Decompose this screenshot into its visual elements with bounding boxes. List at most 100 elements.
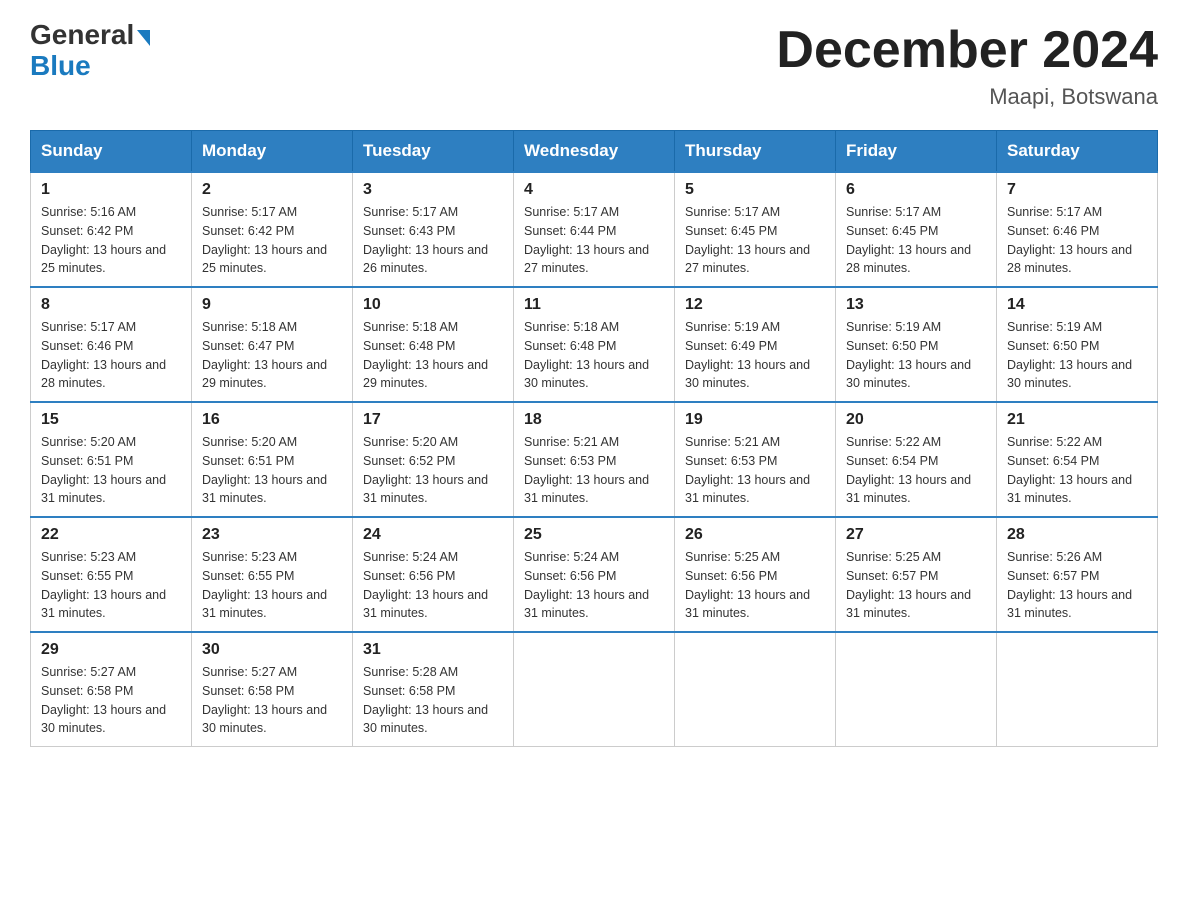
table-row: 22 Sunrise: 5:23 AM Sunset: 6:55 PM Dayl… (31, 517, 192, 632)
day-info: Sunrise: 5:27 AM Sunset: 6:58 PM Dayligh… (202, 663, 342, 738)
table-row: 4 Sunrise: 5:17 AM Sunset: 6:44 PM Dayli… (514, 172, 675, 287)
day-number: 7 (1007, 181, 1147, 199)
calendar-week-row: 8 Sunrise: 5:17 AM Sunset: 6:46 PM Dayli… (31, 287, 1158, 402)
day-info: Sunrise: 5:17 AM Sunset: 6:46 PM Dayligh… (1007, 203, 1147, 278)
table-row: 28 Sunrise: 5:26 AM Sunset: 6:57 PM Dayl… (997, 517, 1158, 632)
day-info: Sunrise: 5:28 AM Sunset: 6:58 PM Dayligh… (363, 663, 503, 738)
table-row (836, 632, 997, 747)
day-info: Sunrise: 5:23 AM Sunset: 6:55 PM Dayligh… (202, 548, 342, 623)
day-info: Sunrise: 5:17 AM Sunset: 6:42 PM Dayligh… (202, 203, 342, 278)
day-number: 5 (685, 181, 825, 199)
table-row: 11 Sunrise: 5:18 AM Sunset: 6:48 PM Dayl… (514, 287, 675, 402)
day-info: Sunrise: 5:17 AM Sunset: 6:45 PM Dayligh… (685, 203, 825, 278)
calendar-subtitle: Maapi, Botswana (776, 84, 1158, 110)
day-number: 25 (524, 526, 664, 544)
calendar-table: Sunday Monday Tuesday Wednesday Thursday… (30, 130, 1158, 747)
day-number: 3 (363, 181, 503, 199)
table-row: 2 Sunrise: 5:17 AM Sunset: 6:42 PM Dayli… (192, 172, 353, 287)
table-row: 12 Sunrise: 5:19 AM Sunset: 6:49 PM Dayl… (675, 287, 836, 402)
day-number: 13 (846, 296, 986, 314)
header-thursday: Thursday (675, 131, 836, 173)
day-number: 16 (202, 411, 342, 429)
day-number: 29 (41, 641, 181, 659)
day-info: Sunrise: 5:19 AM Sunset: 6:50 PM Dayligh… (1007, 318, 1147, 393)
calendar-title: December 2024 (776, 20, 1158, 80)
table-row: 16 Sunrise: 5:20 AM Sunset: 6:51 PM Dayl… (192, 402, 353, 517)
calendar-header-row: Sunday Monday Tuesday Wednesday Thursday… (31, 131, 1158, 173)
day-number: 26 (685, 526, 825, 544)
day-number: 1 (41, 181, 181, 199)
day-info: Sunrise: 5:27 AM Sunset: 6:58 PM Dayligh… (41, 663, 181, 738)
day-number: 9 (202, 296, 342, 314)
calendar-week-row: 15 Sunrise: 5:20 AM Sunset: 6:51 PM Dayl… (31, 402, 1158, 517)
day-number: 21 (1007, 411, 1147, 429)
day-number: 6 (846, 181, 986, 199)
table-row: 21 Sunrise: 5:22 AM Sunset: 6:54 PM Dayl… (997, 402, 1158, 517)
table-row (675, 632, 836, 747)
day-number: 22 (41, 526, 181, 544)
calendar-week-row: 29 Sunrise: 5:27 AM Sunset: 6:58 PM Dayl… (31, 632, 1158, 747)
table-row: 1 Sunrise: 5:16 AM Sunset: 6:42 PM Dayli… (31, 172, 192, 287)
day-number: 2 (202, 181, 342, 199)
calendar-week-row: 22 Sunrise: 5:23 AM Sunset: 6:55 PM Dayl… (31, 517, 1158, 632)
day-info: Sunrise: 5:17 AM Sunset: 6:44 PM Dayligh… (524, 203, 664, 278)
day-number: 19 (685, 411, 825, 429)
day-number: 31 (363, 641, 503, 659)
table-row: 3 Sunrise: 5:17 AM Sunset: 6:43 PM Dayli… (353, 172, 514, 287)
table-row: 13 Sunrise: 5:19 AM Sunset: 6:50 PM Dayl… (836, 287, 997, 402)
day-info: Sunrise: 5:24 AM Sunset: 6:56 PM Dayligh… (524, 548, 664, 623)
day-info: Sunrise: 5:16 AM Sunset: 6:42 PM Dayligh… (41, 203, 181, 278)
title-area: December 2024 Maapi, Botswana (776, 20, 1158, 110)
day-info: Sunrise: 5:19 AM Sunset: 6:50 PM Dayligh… (846, 318, 986, 393)
table-row: 25 Sunrise: 5:24 AM Sunset: 6:56 PM Dayl… (514, 517, 675, 632)
day-info: Sunrise: 5:25 AM Sunset: 6:57 PM Dayligh… (846, 548, 986, 623)
day-number: 30 (202, 641, 342, 659)
table-row (514, 632, 675, 747)
day-number: 10 (363, 296, 503, 314)
header-tuesday: Tuesday (353, 131, 514, 173)
logo: General Blue (30, 20, 150, 82)
day-info: Sunrise: 5:24 AM Sunset: 6:56 PM Dayligh… (363, 548, 503, 623)
table-row: 7 Sunrise: 5:17 AM Sunset: 6:46 PM Dayli… (997, 172, 1158, 287)
day-number: 23 (202, 526, 342, 544)
table-row: 26 Sunrise: 5:25 AM Sunset: 6:56 PM Dayl… (675, 517, 836, 632)
table-row: 24 Sunrise: 5:24 AM Sunset: 6:56 PM Dayl… (353, 517, 514, 632)
day-info: Sunrise: 5:20 AM Sunset: 6:52 PM Dayligh… (363, 433, 503, 508)
day-number: 4 (524, 181, 664, 199)
logo-arrow-icon (137, 30, 150, 46)
table-row: 19 Sunrise: 5:21 AM Sunset: 6:53 PM Dayl… (675, 402, 836, 517)
day-info: Sunrise: 5:17 AM Sunset: 6:45 PM Dayligh… (846, 203, 986, 278)
header-wednesday: Wednesday (514, 131, 675, 173)
day-info: Sunrise: 5:18 AM Sunset: 6:48 PM Dayligh… (524, 318, 664, 393)
day-info: Sunrise: 5:23 AM Sunset: 6:55 PM Dayligh… (41, 548, 181, 623)
day-info: Sunrise: 5:22 AM Sunset: 6:54 PM Dayligh… (1007, 433, 1147, 508)
table-row: 10 Sunrise: 5:18 AM Sunset: 6:48 PM Dayl… (353, 287, 514, 402)
header-monday: Monday (192, 131, 353, 173)
day-info: Sunrise: 5:19 AM Sunset: 6:49 PM Dayligh… (685, 318, 825, 393)
day-info: Sunrise: 5:17 AM Sunset: 6:46 PM Dayligh… (41, 318, 181, 393)
table-row: 5 Sunrise: 5:17 AM Sunset: 6:45 PM Dayli… (675, 172, 836, 287)
day-number: 17 (363, 411, 503, 429)
table-row: 18 Sunrise: 5:21 AM Sunset: 6:53 PM Dayl… (514, 402, 675, 517)
table-row: 23 Sunrise: 5:23 AM Sunset: 6:55 PM Dayl… (192, 517, 353, 632)
day-number: 15 (41, 411, 181, 429)
header-sunday: Sunday (31, 131, 192, 173)
table-row: 9 Sunrise: 5:18 AM Sunset: 6:47 PM Dayli… (192, 287, 353, 402)
logo-blue: Blue (30, 51, 91, 82)
table-row: 20 Sunrise: 5:22 AM Sunset: 6:54 PM Dayl… (836, 402, 997, 517)
table-row: 29 Sunrise: 5:27 AM Sunset: 6:58 PM Dayl… (31, 632, 192, 747)
day-info: Sunrise: 5:26 AM Sunset: 6:57 PM Dayligh… (1007, 548, 1147, 623)
day-info: Sunrise: 5:20 AM Sunset: 6:51 PM Dayligh… (202, 433, 342, 508)
table-row: 31 Sunrise: 5:28 AM Sunset: 6:58 PM Dayl… (353, 632, 514, 747)
day-number: 14 (1007, 296, 1147, 314)
table-row: 6 Sunrise: 5:17 AM Sunset: 6:45 PM Dayli… (836, 172, 997, 287)
table-row: 17 Sunrise: 5:20 AM Sunset: 6:52 PM Dayl… (353, 402, 514, 517)
day-number: 11 (524, 296, 664, 314)
day-info: Sunrise: 5:25 AM Sunset: 6:56 PM Dayligh… (685, 548, 825, 623)
header-friday: Friday (836, 131, 997, 173)
header-saturday: Saturday (997, 131, 1158, 173)
table-row: 8 Sunrise: 5:17 AM Sunset: 6:46 PM Dayli… (31, 287, 192, 402)
table-row: 30 Sunrise: 5:27 AM Sunset: 6:58 PM Dayl… (192, 632, 353, 747)
day-number: 20 (846, 411, 986, 429)
page-header: General Blue December 2024 Maapi, Botswa… (30, 20, 1158, 110)
